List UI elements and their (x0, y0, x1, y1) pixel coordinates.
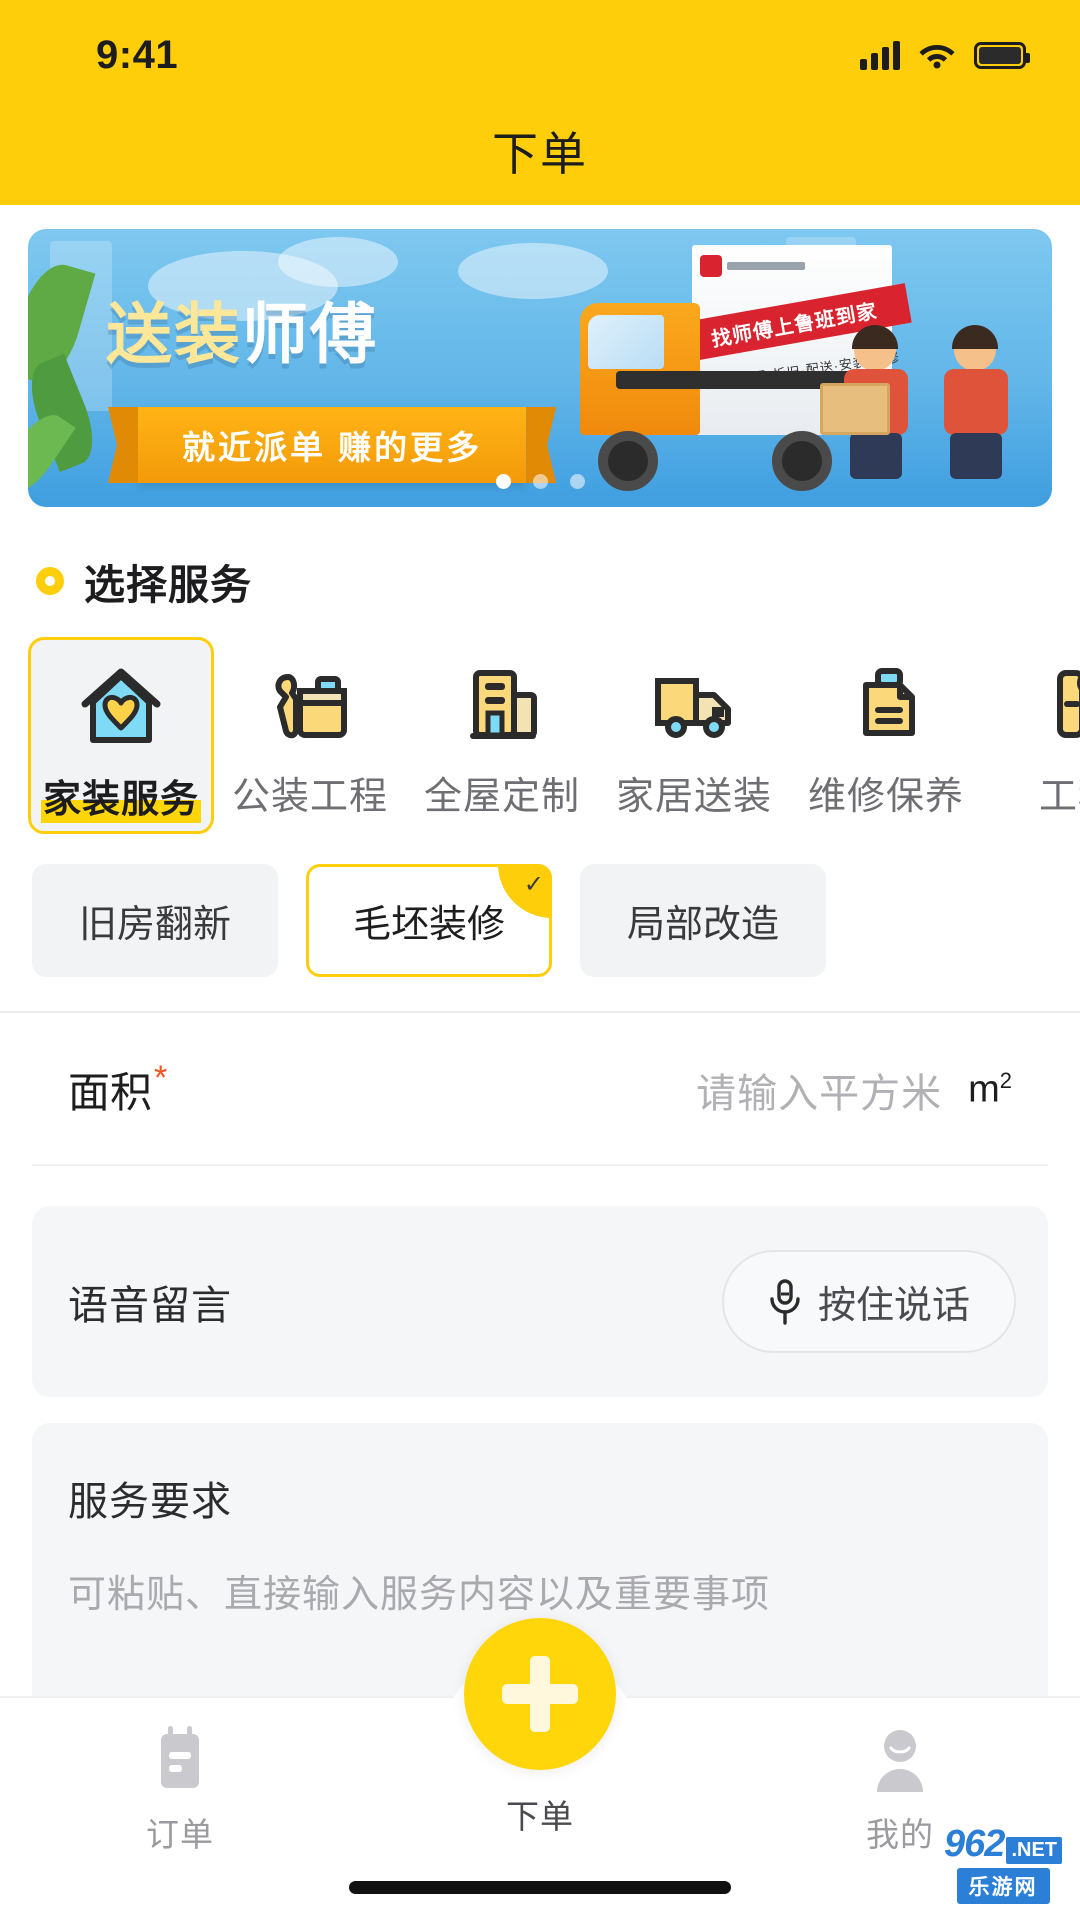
worker-hair (952, 325, 998, 349)
place-order-fab-button[interactable] (464, 1618, 616, 1770)
tab-label: 我的 (866, 1816, 934, 1853)
cellular-signal-icon (860, 40, 900, 70)
building-icon (454, 655, 550, 751)
sub-option-partial-remodel[interactable]: 局部改造 (580, 864, 827, 977)
brand-mark-icon (700, 255, 722, 277)
category-item-whole-house-custom[interactable]: 全屋定制 (406, 637, 598, 828)
category-label: 维修保养 (807, 776, 964, 818)
unit-text: m (968, 1068, 1000, 1111)
ring-bullet-icon (36, 567, 64, 595)
banner-title-part1: 送装 (106, 297, 242, 371)
carousel-dot[interactable] (569, 474, 585, 489)
status-icons (860, 40, 1030, 70)
service-requirement-textarea[interactable]: 可粘贴、直接输入服务内容以及重要事项 (68, 1563, 1012, 1618)
category-label: 家居送装 (615, 776, 772, 818)
hold-to-talk-label: 按住说话 (817, 1285, 970, 1327)
banner-title-part2: 师傅 (242, 297, 378, 371)
status-bar: 9:41 (0, 0, 1080, 110)
service-category-scroller[interactable]: 家装服务 公装工程 全屋定制 家居送装 维修保养 工 (0, 611, 1080, 834)
category-label: 家装服务 (40, 768, 201, 823)
category-item-maintenance[interactable]: 维修保养 (790, 637, 982, 828)
watermark-net: .NET (1006, 1837, 1062, 1864)
banner-ribbon-text: 就近派单 赚的更多 (138, 407, 527, 483)
sub-option-label: 毛坯装修 (353, 904, 506, 946)
status-time: 9:41 (96, 32, 179, 77)
house-heart-icon (73, 658, 169, 754)
order-list-icon (149, 1726, 211, 1794)
tab-orders[interactable]: 订单 (60, 1726, 300, 1856)
carousel-dot-active[interactable] (495, 474, 511, 489)
tab-label: 订单 (146, 1816, 214, 1853)
category-item-commercial-engineering[interactable]: 公装工程 (214, 637, 406, 828)
area-unit-label: m2 (968, 1068, 1012, 1112)
voice-label: 语音留言 (68, 1283, 232, 1328)
select-service-section-header: 选择服务 (0, 507, 1080, 611)
worker-legs (850, 433, 902, 479)
banner-carousel-wrap: 送装师傅 就近派单 赚的更多 找师傅上鲁班到家 送货·量尺·拆旧·配送·安装·维… (0, 205, 1080, 507)
category-item-furniture-delivery[interactable]: 家居送装 (598, 637, 790, 828)
area-field-row[interactable]: 面积* 请输入平方米 m2 (32, 1013, 1048, 1166)
document-bottle-icon (838, 655, 934, 751)
category-label: 全屋定制 (423, 776, 580, 818)
area-field-label: 面积* (68, 1059, 167, 1120)
user-profile-icon (869, 1726, 931, 1794)
sub-option-old-house-renovation[interactable]: 旧房翻新 (32, 864, 279, 977)
truck-window (588, 315, 664, 369)
microphone-icon (768, 1278, 802, 1325)
sub-option-label: 局部改造 (627, 904, 780, 946)
watermark-top: 962 .NET (944, 1823, 1062, 1866)
required-asterisk: * (154, 1059, 168, 1097)
carousel-dot[interactable] (532, 474, 548, 489)
sub-option-rough-house-decoration[interactable]: 毛坯装修 ✓ (306, 864, 553, 977)
tool-icon (1030, 655, 1080, 751)
worker-hair (852, 325, 898, 349)
tab-label-center: 下单 (506, 1798, 574, 1835)
worker-figure (820, 325, 918, 479)
category-label: 工程 (1038, 776, 1080, 818)
worker-figure (934, 325, 1018, 479)
area-input[interactable]: 请输入平方米 (167, 1061, 942, 1119)
bottom-tab-bar: 订单 我的 下单 962 .NET 乐游网 (0, 1618, 1080, 1920)
promo-banner[interactable]: 送装师傅 就近派单 赚的更多 找师傅上鲁班到家 送货·量尺·拆旧·配送·安装·维… (28, 229, 1052, 507)
truck-illustration: 找师傅上鲁班到家 送货·量尺·拆旧·配送·安装·维修 (562, 239, 1022, 491)
wrench-toolbox-icon (262, 655, 358, 751)
category-label: 公装工程 (231, 776, 388, 818)
site-watermark: 962 .NET 乐游网 (944, 1823, 1062, 1904)
page-title: 下单 (492, 128, 588, 180)
battery-icon (974, 41, 1030, 69)
service-requirement-title: 服务要求 (68, 1480, 232, 1524)
watermark-cn: 乐游网 (956, 1868, 1050, 1904)
brand-name-bar (727, 262, 805, 270)
sub-option-label: 旧房翻新 (79, 904, 232, 946)
sub-option-row[interactable]: 旧房翻新 毛坯装修 ✓ 局部改造 (0, 834, 1080, 1011)
section-title: 选择服务 (84, 562, 252, 608)
worker-legs (950, 433, 1002, 479)
category-item-home-decoration[interactable]: 家装服务 (28, 637, 214, 834)
unit-superscript: 2 (999, 1067, 1012, 1093)
voice-message-card: 语音留言 按住说话 (32, 1206, 1048, 1397)
category-item-engineering[interactable]: 工程 (982, 637, 1080, 828)
check-icon: ✓ (498, 864, 553, 918)
home-indicator (349, 1881, 731, 1894)
voice-row: 语音留言 按住说话 (32, 1206, 1048, 1397)
watermark-number: 962 (944, 1823, 1005, 1865)
worker-body (944, 369, 1008, 435)
plus-icon (502, 1656, 578, 1732)
carousel-dots[interactable] (28, 474, 1052, 489)
carton-box (820, 383, 890, 435)
truck-brand-logo (700, 255, 805, 277)
app-header: 9:41 下单 (0, 0, 1080, 205)
cloud-decoration (278, 237, 398, 287)
area-label-text: 面积 (68, 1069, 153, 1116)
truck-cab (580, 303, 700, 435)
hold-to-talk-button[interactable]: 按住说话 (721, 1250, 1016, 1353)
delivery-truck-icon (646, 655, 742, 751)
banner-title: 送装师傅 (106, 281, 378, 377)
wifi-icon (918, 41, 956, 69)
